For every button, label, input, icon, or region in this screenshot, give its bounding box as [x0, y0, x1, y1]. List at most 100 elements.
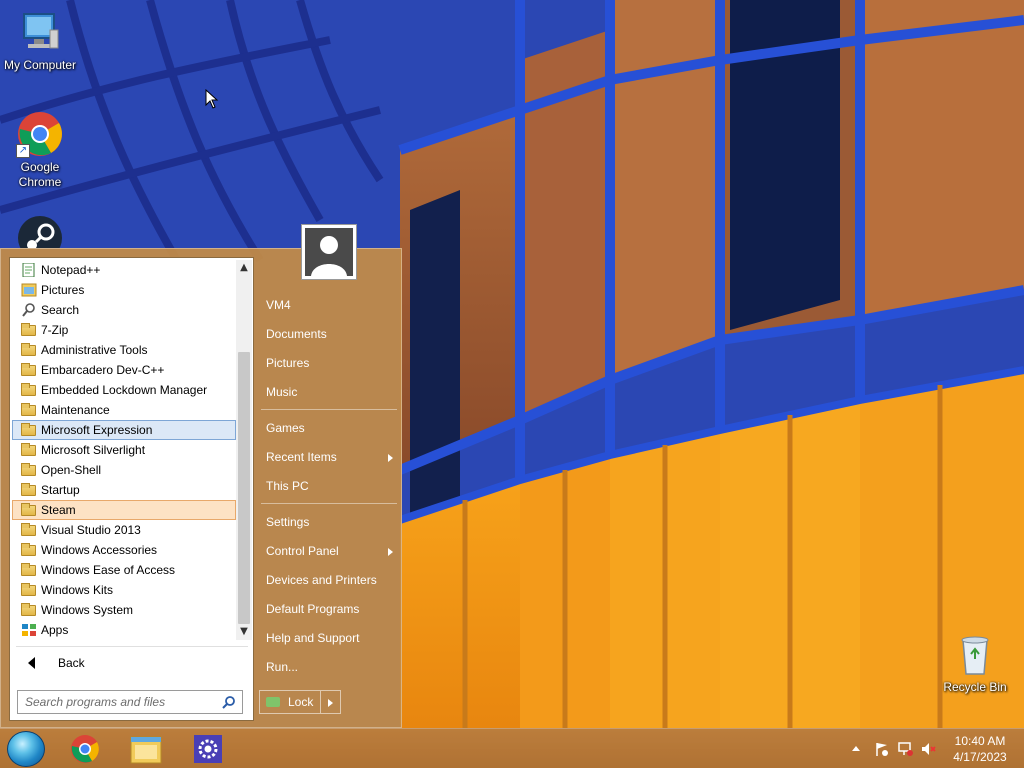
- programs-panel: Notepad++ Pictures Search 7-Zip Administrati…: [9, 257, 254, 721]
- program-label: Apps: [41, 623, 69, 637]
- steam-icon: [16, 214, 64, 248]
- desktop-icon-my-computer[interactable]: My Computer: [0, 8, 80, 73]
- program-item[interactable]: Apps: [12, 620, 236, 640]
- right-item-control-panel[interactable]: Control Panel: [259, 538, 399, 564]
- folder-icon: [21, 483, 37, 497]
- program-item[interactable]: Maintenance: [12, 400, 236, 420]
- start-button[interactable]: [7, 731, 45, 767]
- taskbar: 10:40 AM 4/17/2023: [0, 728, 1024, 768]
- shortcut-arrow-icon: ↗: [16, 144, 30, 158]
- program-item[interactable]: Administrative Tools: [12, 340, 236, 360]
- right-item-label: VM4: [266, 298, 291, 312]
- right-separator: [261, 503, 397, 504]
- search-input[interactable]: Search programs and files: [17, 690, 243, 714]
- apps-icon: [21, 623, 37, 637]
- right-item-games[interactable]: Games: [259, 415, 399, 441]
- program-item[interactable]: Search: [12, 300, 236, 320]
- right-item-pictures[interactable]: Pictures: [259, 350, 399, 376]
- program-item[interactable]: Windows Ease of Access: [12, 560, 236, 580]
- program-item[interactable]: Visual Studio 2013: [12, 520, 236, 540]
- right-item-help-support[interactable]: Help and Support: [259, 625, 399, 651]
- desktop-icon-google-chrome[interactable]: ↗ Google Chrome: [0, 110, 80, 190]
- program-label: 7-Zip: [41, 323, 69, 337]
- taskbar-clock[interactable]: 10:40 AM 4/17/2023: [940, 733, 1020, 765]
- program-item[interactable]: Steam: [12, 500, 236, 520]
- program-item[interactable]: Embarcadero Dev-C++: [12, 360, 236, 380]
- program-label: Notepad++: [41, 263, 101, 277]
- program-item[interactable]: Startup: [12, 480, 236, 500]
- desktop-icon-label: Google Chrome: [18, 160, 62, 189]
- program-item[interactable]: Windows Kits: [12, 580, 236, 600]
- right-item-documents[interactable]: Documents: [259, 321, 399, 347]
- desktop-icon-recycle-bin[interactable]: Recycle Bin: [935, 630, 1015, 695]
- chrome-icon: ↗: [16, 110, 64, 158]
- right-item-devices-printers[interactable]: Devices and Printers: [259, 567, 399, 593]
- mouse-cursor-icon: [205, 89, 219, 109]
- folder-icon: [21, 403, 37, 417]
- right-item-label: Pictures: [266, 356, 310, 370]
- back-button[interactable]: Back: [12, 651, 248, 675]
- right-item-label: Run...: [266, 660, 299, 674]
- program-item[interactable]: Open-Shell: [12, 460, 236, 480]
- user-picture[interactable]: [301, 224, 357, 280]
- folder-icon: [21, 603, 37, 617]
- show-hidden-icons-icon[interactable]: [852, 746, 860, 751]
- action-center-flag-icon[interactable]: [874, 741, 890, 757]
- chevron-right-icon: [328, 699, 333, 707]
- folder-icon: [21, 503, 37, 517]
- chrome-icon: [71, 735, 99, 763]
- right-item-music[interactable]: Music: [259, 379, 399, 405]
- divider: [16, 646, 248, 647]
- right-item-settings[interactable]: Settings: [259, 509, 399, 535]
- lock-options-button[interactable]: [321, 690, 341, 714]
- program-label: Microsoft Expression: [41, 423, 153, 437]
- program-item[interactable]: Microsoft Silverlight: [12, 440, 236, 460]
- lock-button[interactable]: Lock: [259, 690, 321, 714]
- right-item-recent-items[interactable]: Recent Items: [259, 444, 399, 470]
- desktop-icon-steam[interactable]: [0, 214, 80, 250]
- taskbar-settings-button[interactable]: [188, 731, 228, 767]
- scroll-down-icon[interactable]: ▼: [236, 624, 252, 640]
- user-avatar-icon: [305, 228, 353, 276]
- right-item-run[interactable]: Run...: [259, 654, 399, 680]
- program-item[interactable]: Microsoft Expression: [12, 420, 236, 440]
- volume-muted-icon[interactable]: [920, 741, 936, 757]
- submenu-arrow-icon: [388, 548, 393, 556]
- program-list-scrollbar[interactable]: ▲ ▼: [236, 260, 252, 640]
- recycle-bin-icon: [951, 630, 999, 678]
- program-label: Windows Accessories: [41, 543, 158, 557]
- scroll-up-icon[interactable]: ▲: [236, 260, 252, 276]
- program-item[interactable]: Windows Accessories: [12, 540, 236, 560]
- program-label: Maintenance: [41, 403, 110, 417]
- taskbar-file-explorer-button[interactable]: [126, 731, 166, 767]
- program-item[interactable]: Windows System: [12, 600, 236, 620]
- program-item[interactable]: Pictures: [12, 280, 236, 300]
- file-explorer-icon: [130, 736, 162, 764]
- program-item[interactable]: Notepad++: [12, 260, 236, 280]
- right-item-label: Recent Items: [266, 450, 337, 464]
- program-label: Steam: [41, 503, 76, 517]
- lock-label: Lock: [288, 695, 314, 709]
- program-label: Windows Ease of Access: [41, 563, 176, 577]
- program-label: Windows System: [41, 603, 134, 617]
- right-item-user[interactable]: VM4: [259, 292, 399, 318]
- scroll-thumb[interactable]: [238, 352, 250, 624]
- magnifier-icon[interactable]: [222, 695, 236, 709]
- right-item-label: Settings: [266, 515, 310, 529]
- program-label: Open-Shell: [41, 463, 102, 477]
- submenu-arrow-icon: [388, 454, 393, 462]
- program-item[interactable]: 7-Zip: [12, 320, 236, 340]
- folder-icon: [21, 323, 37, 337]
- back-arrow-icon: [28, 657, 35, 669]
- program-item[interactable]: Embedded Lockdown Manager: [12, 380, 236, 400]
- taskbar-chrome-button[interactable]: [65, 731, 105, 767]
- program-label: Startup: [41, 483, 80, 497]
- right-item-default-programs[interactable]: Default Programs: [259, 596, 399, 622]
- program-label: Search: [41, 303, 80, 317]
- program-label: Pictures: [41, 283, 85, 297]
- program-label: Microsoft Silverlight: [41, 443, 146, 457]
- right-item-this-pc[interactable]: This PC: [259, 473, 399, 499]
- settings-gear-icon: [194, 735, 222, 763]
- network-icon[interactable]: [898, 741, 914, 757]
- start-menu: Notepad++ Pictures Search 7-Zip Administrati…: [0, 224, 402, 728]
